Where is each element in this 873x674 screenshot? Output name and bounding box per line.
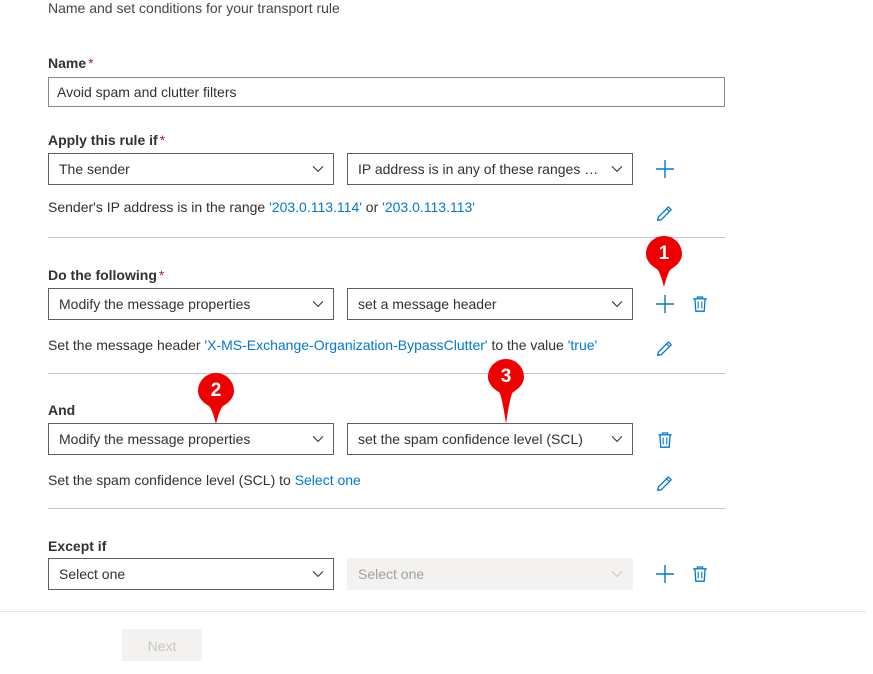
chevron-down-icon [312, 424, 324, 454]
chevron-down-icon [312, 559, 324, 589]
and-action-select-one-link[interactable]: Select one [295, 472, 361, 488]
exception-predicate-dropdown[interactable]: Select one [347, 558, 633, 590]
and-action-predicate-dropdown[interactable]: set the spam confidence level (SCL) [347, 423, 633, 455]
conditions-label-text: Apply this rule if [48, 132, 158, 148]
condition-desc-value-1: '203.0.113.114' [269, 199, 362, 215]
and-label: And [48, 401, 75, 419]
exceptions-label-text: Except if [48, 538, 107, 554]
condition-description: Sender's IP address is in the range '203… [48, 198, 475, 216]
and-label-text: And [48, 402, 76, 418]
next-button[interactable]: Next [122, 629, 202, 661]
action-desc-header-name: 'X-MS-Exchange-Organization-BypassClutte… [204, 337, 488, 353]
conditions-required-asterisk: * [159, 132, 166, 148]
name-field-label: Name * [48, 54, 94, 72]
plus-icon [656, 160, 674, 178]
condition-subject-value: The sender [59, 161, 130, 177]
add-exception-button[interactable] [653, 562, 677, 586]
trash-icon [693, 296, 707, 312]
and-action-subject-dropdown[interactable]: Modify the message properties [48, 423, 334, 455]
condition-subject-dropdown[interactable]: The sender [48, 153, 334, 185]
actions-required-asterisk: * [158, 267, 165, 283]
action-subject-dropdown[interactable]: Modify the message properties [48, 288, 334, 320]
chevron-down-icon [611, 559, 623, 589]
wizard-footer: Next [0, 613, 873, 674]
chevron-down-icon [312, 289, 324, 319]
chevron-down-icon [611, 424, 623, 454]
conditions-label: Apply this rule if * [48, 131, 165, 149]
and-action-desc-prefix: Set the spam confidence level (SCL) to [48, 472, 295, 488]
action-description: Set the message header 'X-MS-Exchange-Or… [48, 336, 597, 354]
plus-icon [656, 295, 674, 313]
add-action-button[interactable] [653, 292, 677, 316]
delete-action-button[interactable] [688, 292, 712, 316]
actions-label-text: Do the following [48, 267, 157, 283]
name-label-text: Name [48, 55, 87, 71]
pencil-icon [656, 340, 672, 356]
section-divider [48, 373, 725, 374]
and-action-predicate-value: set the spam confidence level (SCL) [358, 431, 583, 447]
section-divider [48, 237, 725, 238]
exceptions-label: Except if [48, 537, 106, 555]
condition-predicate-value: IP address is in any of these ranges or … [358, 161, 613, 177]
rule-form-panel: Name and set conditions for your transpo… [0, 0, 866, 612]
exception-subject-value: Select one [59, 566, 126, 582]
and-action-description: Set the spam confidence level (SCL) to S… [48, 471, 361, 489]
plus-icon [656, 565, 674, 583]
pencil-icon [656, 205, 672, 221]
condition-desc-value-2: '203.0.113.113' [382, 199, 475, 215]
trash-icon [658, 432, 672, 448]
delete-and-action-button[interactable] [653, 428, 677, 452]
exception-predicate-value: Select one [358, 566, 425, 582]
trash-icon [693, 566, 707, 582]
rule-name-input[interactable] [48, 77, 725, 107]
transport-rule-wizard-page: Name and set conditions for your transpo… [0, 0, 873, 674]
chevron-down-icon [611, 154, 623, 184]
delete-exception-button[interactable] [688, 562, 712, 586]
action-desc-middle: to the value [487, 337, 568, 353]
condition-predicate-dropdown[interactable]: IP address is in any of these ranges or … [347, 153, 633, 185]
section-divider [48, 508, 725, 509]
chevron-down-icon [611, 289, 623, 319]
name-required-asterisk: * [88, 55, 94, 71]
condition-desc-prefix: Sender's IP address is in the range [48, 199, 270, 215]
action-predicate-value: set a message header [358, 296, 497, 312]
action-subject-value: Modify the message properties [59, 296, 251, 312]
action-desc-prefix: Set the message header [48, 337, 205, 353]
pencil-icon [656, 475, 672, 491]
action-predicate-dropdown[interactable]: set a message header [347, 288, 633, 320]
chevron-down-icon [312, 154, 324, 184]
action-desc-header-value: 'true' [567, 337, 598, 353]
and-action-subject-value: Modify the message properties [59, 431, 251, 447]
edit-condition-button[interactable] [652, 201, 676, 225]
edit-action-button[interactable] [652, 336, 676, 360]
actions-label: Do the following * [48, 266, 164, 284]
add-condition-button[interactable] [653, 157, 677, 181]
panel-subtitle: Name and set conditions for your transpo… [48, 0, 340, 16]
condition-desc-joiner: or [361, 199, 383, 215]
exception-subject-dropdown[interactable]: Select one [48, 558, 334, 590]
edit-and-action-button[interactable] [652, 471, 676, 495]
